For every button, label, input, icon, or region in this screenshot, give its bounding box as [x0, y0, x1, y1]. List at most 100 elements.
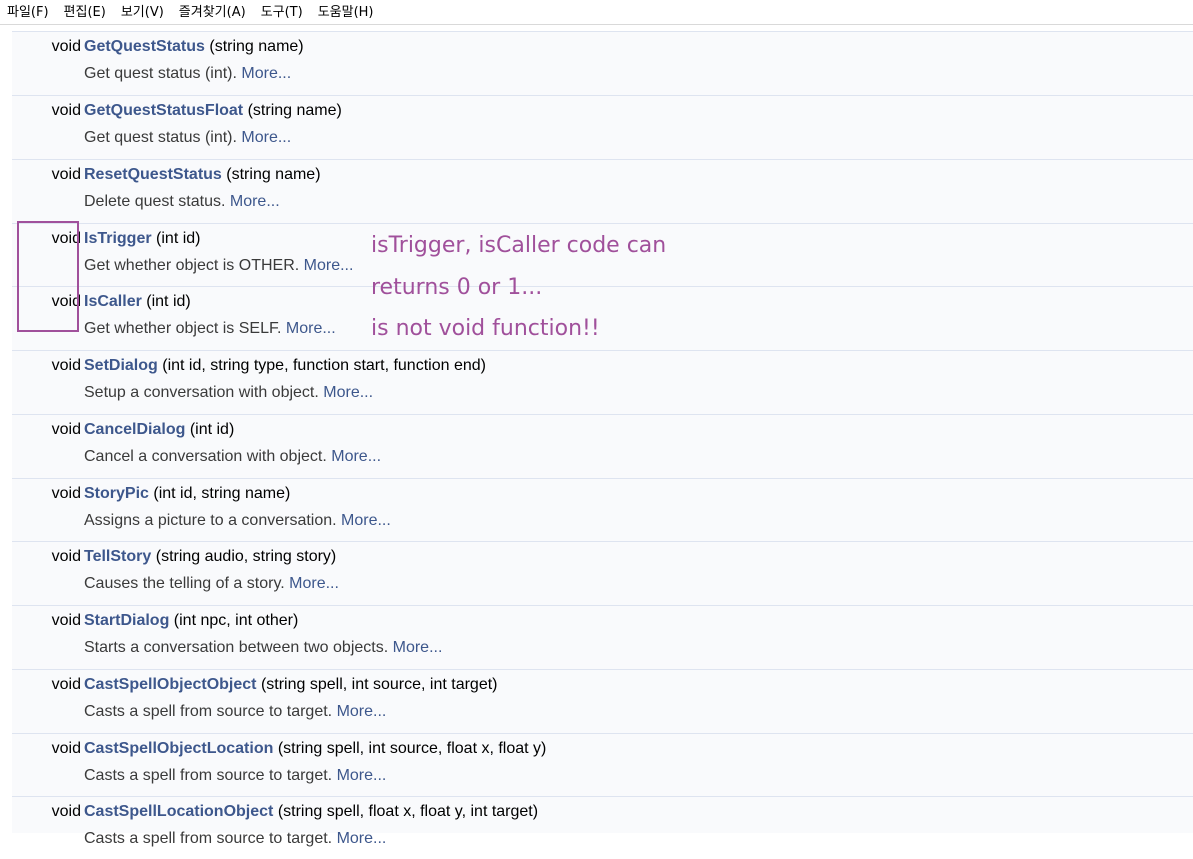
function-params: (string spell, int source, int target) [260, 676, 498, 693]
description-text: Assigns a picture to a conversation. [84, 512, 337, 529]
description-text: Causes the telling of a story. [84, 575, 285, 592]
function-params: (string name) [247, 102, 342, 119]
member-function-table: void GetQuestStatus (string name) Get ques… [12, 31, 1193, 847]
member-row: void CancelDialog (int id) Cancel a conver… [12, 414, 1193, 477]
function-params: (int id, string type, function start, fu… [162, 357, 486, 374]
member-row: void TellStory (string audio, string stor… [12, 541, 1193, 604]
description-text: Setup a conversation with object. [84, 384, 319, 401]
more-link[interactable]: More... [289, 575, 339, 592]
member-row: void SetDialog (int id, string type, func… [12, 350, 1193, 413]
function-name-link[interactable]: SetDialog [84, 357, 158, 374]
description-text: Get whether object is OTHER. [84, 257, 300, 274]
function-signature: IsTrigger (int id) [84, 230, 200, 248]
member-row: void ResetQuestStatus (string name) Delete… [12, 159, 1193, 222]
function-signature: GetQuestStatusFloat (string name) [84, 102, 342, 120]
member-row: void GetQuestStatusFloat (string name) Get… [12, 95, 1193, 158]
function-name-link[interactable]: ResetQuestStatus [84, 166, 222, 183]
function-name-link[interactable]: StoryPic [84, 485, 149, 502]
function-description: Delete quest status. More... [84, 193, 280, 211]
function-params: (string audio, string story) [155, 548, 337, 565]
function-name-link[interactable]: CastSpellObjectLocation [84, 740, 273, 757]
description-text: Delete quest status. [84, 193, 226, 210]
menu-item[interactable]: 파일(F) [0, 0, 57, 25]
member-row: void CastSpellLocationObject (string spel… [12, 796, 1193, 859]
function-description: Casts a spell from source to target. Mor… [84, 703, 386, 721]
function-description: Starts a conversation between two object… [84, 639, 442, 657]
menu-item[interactable]: 도구(T) [254, 0, 311, 25]
function-description: Casts a spell from source to target. Mor… [84, 767, 386, 785]
member-row: void CastSpellObjectObject (string spell,… [12, 669, 1193, 732]
more-link[interactable]: More... [241, 129, 291, 146]
member-row: void IsCaller (int id) Get whether object … [12, 286, 1193, 349]
function-signature: StartDialog (int npc, int other) [84, 612, 298, 630]
return-type: void [51, 803, 81, 820]
return-type: void [51, 612, 81, 629]
annotation-line: isTrigger, isCaller code can [371, 233, 667, 258]
more-link[interactable]: More... [341, 512, 391, 529]
more-link[interactable]: More... [337, 703, 387, 720]
function-signature: GetQuestStatus (string name) [84, 38, 304, 56]
function-description: Get quest status (int). More... [84, 65, 291, 83]
return-type: void [51, 548, 81, 565]
more-link[interactable]: More... [331, 448, 381, 465]
description-text: Casts a spell from source to target. [84, 703, 333, 720]
menu-item[interactable]: 보기(V) [114, 0, 172, 25]
function-params: (int id, string name) [153, 485, 291, 502]
return-type: void [51, 38, 81, 55]
function-description: Assigns a picture to a conversation. Mor… [84, 512, 391, 530]
menu-item[interactable]: 즐겨찾기(A) [172, 0, 254, 25]
function-signature: IsCaller (int id) [84, 293, 191, 311]
more-link[interactable]: More... [241, 65, 291, 82]
annotation-line: is not void function!! [371, 316, 600, 341]
description-text: Cancel a conversation with object. [84, 448, 327, 465]
menu-item[interactable]: 편집(E) [57, 0, 114, 25]
function-params: (int npc, int other) [173, 612, 299, 629]
more-link[interactable]: More... [230, 193, 280, 210]
more-link[interactable]: More... [304, 257, 354, 274]
function-description: Cancel a conversation with object. More.… [84, 448, 381, 466]
function-signature: SetDialog (int id, string type, function… [84, 357, 486, 375]
function-name-link[interactable]: StartDialog [84, 612, 169, 629]
function-name-link[interactable]: GetQuestStatusFloat [84, 102, 243, 119]
function-params: (string spell, float x, float y, int tar… [277, 803, 539, 820]
function-signature: CastSpellObjectObject (string spell, int… [84, 676, 498, 694]
return-type: void [51, 357, 81, 374]
function-signature: ResetQuestStatus (string name) [84, 166, 321, 184]
function-name-link[interactable]: CancelDialog [84, 421, 185, 438]
function-description: Get quest status (int). More... [84, 129, 291, 147]
description-text: Get quest status (int). [84, 65, 237, 82]
annotation-highlight-box [17, 221, 79, 332]
function-description: Get whether object is OTHER. More... [84, 257, 353, 275]
function-params: (int id) [189, 421, 235, 438]
function-description: Get whether object is SELF. More... [84, 320, 336, 338]
function-params: (int id) [156, 230, 201, 247]
return-type: void [51, 166, 81, 183]
return-type: void [51, 485, 81, 502]
function-name-link[interactable]: GetQuestStatus [84, 38, 205, 55]
function-name-link[interactable]: IsTrigger [84, 230, 152, 247]
member-row: void GetQuestStatus (string name) Get ques… [12, 31, 1193, 94]
more-link[interactable]: More... [323, 384, 373, 401]
description-text: Get whether object is SELF. [84, 320, 282, 337]
function-name-link[interactable]: IsCaller [84, 293, 142, 310]
menu-item[interactable]: 도움말(H) [311, 0, 382, 25]
member-row: void StoryPic (int id, string name) Assign… [12, 478, 1193, 541]
more-link[interactable]: More... [337, 767, 387, 784]
function-name-link[interactable]: CastSpellLocationObject [84, 803, 273, 820]
function-description: Causes the telling of a story. More... [84, 575, 339, 593]
return-type: void [51, 676, 81, 693]
annotation-line: returns 0 or 1... [371, 275, 543, 300]
return-type: void [51, 740, 81, 757]
function-signature: StoryPic (int id, string name) [84, 485, 290, 503]
function-signature: CastSpellLocationObject (string spell, f… [84, 803, 538, 821]
function-params: (int id) [146, 293, 191, 310]
more-link[interactable]: More... [286, 320, 336, 337]
function-params: (string name) [209, 38, 304, 55]
function-name-link[interactable]: CastSpellObjectObject [84, 676, 257, 693]
member-row: void StartDialog (int npc, int other) Star… [12, 605, 1193, 668]
function-signature: TellStory (string audio, string story) [84, 548, 336, 566]
more-link[interactable]: More... [393, 639, 443, 656]
function-params: (string spell, int source, float x, floa… [277, 740, 547, 757]
function-name-link[interactable]: TellStory [84, 548, 151, 565]
function-signature: CancelDialog (int id) [84, 421, 234, 439]
